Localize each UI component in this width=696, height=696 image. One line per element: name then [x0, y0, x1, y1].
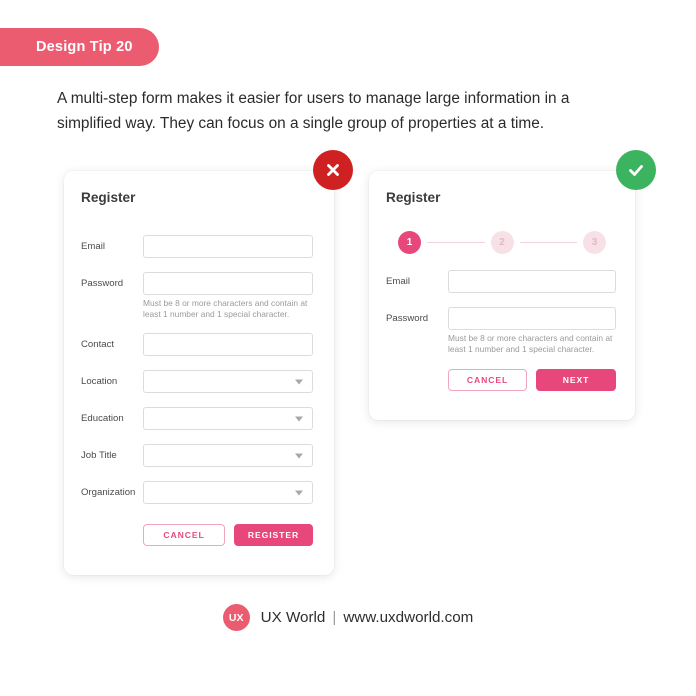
brand-name: UX World [260, 609, 326, 626]
step-1[interactable]: 1 [398, 230, 421, 254]
multi-step-form-card: Register 1 2 3 Email Password Must be 8 … [369, 171, 635, 420]
single-step-form-card: Register Email Password Must be 8 or mor… [64, 171, 334, 575]
chevron-down-icon [295, 416, 303, 421]
good-card-title: Register [386, 190, 441, 205]
brand-url: www.uxdworld.com [343, 609, 474, 626]
field-label-contact: Contact [81, 338, 115, 350]
field-row-job-title: Job Title [81, 444, 313, 467]
cross-icon [327, 164, 339, 176]
education-select[interactable] [143, 407, 313, 430]
chevron-down-icon [295, 379, 303, 384]
step-indicator: 1 2 3 [398, 228, 606, 256]
email-input[interactable] [448, 270, 616, 293]
location-select[interactable] [143, 370, 313, 393]
register-button[interactable]: REGISTER [234, 524, 313, 546]
footer-separator: | [332, 609, 337, 626]
cancel-button[interactable]: CANCEL [448, 369, 527, 391]
email-input[interactable] [143, 235, 313, 258]
field-label-education: Education [81, 412, 124, 424]
field-row-email: Email [81, 235, 313, 258]
step-connector-2 [519, 241, 577, 243]
cancel-button[interactable]: CANCEL [143, 524, 225, 546]
field-row-email: Email [386, 270, 616, 293]
field-label-location: Location [81, 375, 118, 387]
password-input[interactable] [448, 307, 616, 330]
organization-select[interactable] [143, 481, 313, 504]
step-connector-1 [427, 241, 485, 243]
design-tip-slide: Design Tip 20 A multi-step form makes it… [0, 0, 696, 696]
field-label-email: Email [386, 275, 410, 287]
next-button[interactable]: NEXT [536, 369, 616, 391]
footer-text: UX World | www.uxdworld.com [261, 609, 474, 626]
field-row-location: Location [81, 370, 313, 393]
ux-world-logo: UX [222, 604, 250, 631]
footer-branding: UX UX World | www.uxdworld.com [0, 604, 696, 631]
password-helper-text: Must be 8 or more characters and contain… [143, 298, 308, 319]
check-icon [629, 165, 643, 176]
field-row-education: Education [81, 407, 313, 430]
field-label-organization: Organization [81, 486, 136, 498]
field-row-contact: Contact [81, 333, 313, 356]
field-label-job-title: Job Title [81, 449, 117, 461]
field-label-password: Password [81, 277, 124, 289]
chevron-down-icon [295, 490, 303, 495]
status-badge-correct [616, 150, 656, 190]
password-helper-text: Must be 8 or more characters and contain… [448, 333, 613, 354]
step-3[interactable]: 3 [583, 230, 606, 254]
design-tip-badge-label: Design Tip 20 [36, 39, 133, 55]
field-row-organization: Organization [81, 481, 313, 504]
intro-paragraph: A multi-step form makes it easier for us… [57, 90, 570, 132]
password-input[interactable] [143, 272, 313, 295]
field-label-email: Email [81, 240, 105, 252]
field-label-password: Password [386, 312, 429, 324]
status-badge-incorrect [313, 150, 353, 190]
chevron-down-icon [295, 453, 303, 458]
job-title-select[interactable] [143, 444, 313, 467]
bad-card-title: Register [81, 190, 136, 205]
contact-input[interactable] [143, 333, 313, 356]
step-2[interactable]: 2 [490, 230, 514, 254]
design-tip-badge: Design Tip 20 [0, 28, 159, 66]
field-row-password: Password [81, 272, 313, 295]
field-row-password: Password [386, 307, 616, 330]
